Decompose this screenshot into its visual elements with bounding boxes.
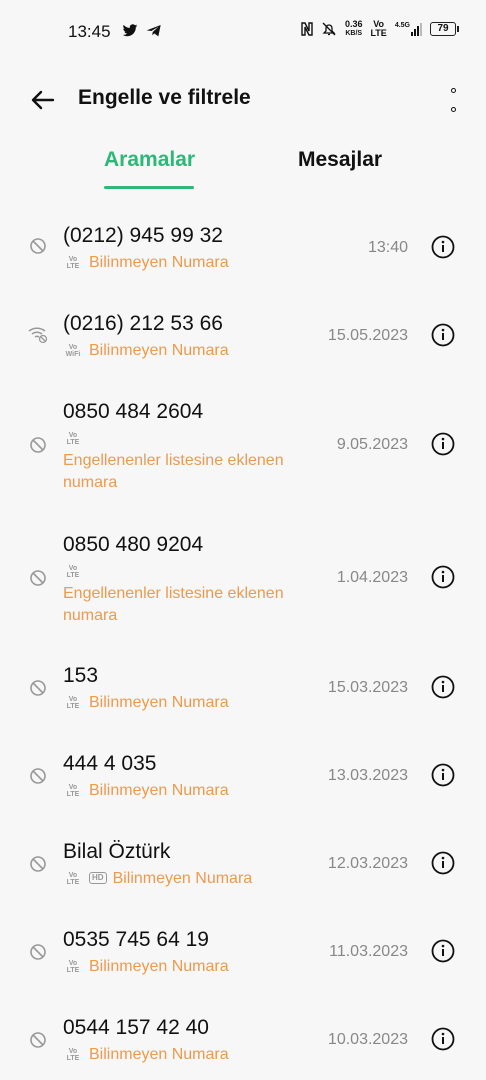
list-item[interactable]: 444 4 035 Vo LTE Bilinmeyen Numara 13.03.… [0, 740, 486, 812]
more-options-icon[interactable] [446, 88, 460, 112]
blocked-icon [30, 238, 46, 254]
vowifi-badge: Vo WiFi [65, 344, 81, 358]
caller-number: (0212) 945 99 32 [63, 224, 223, 247]
caller-number: (0216) 212 53 66 [63, 312, 223, 335]
telegram-icon [146, 25, 161, 37]
call-date: 15.05.2023 [327, 327, 408, 344]
active-tab-indicator [104, 186, 194, 189]
battery-indicator: 79 [430, 22, 459, 36]
blocked-icon [30, 680, 46, 696]
call-label: Engellenenler listesine eklenen numara [63, 585, 284, 624]
volte-badge: Vo LTE [66, 872, 80, 886]
caller-number: 444 4 035 [63, 752, 157, 775]
list-item[interactable]: 153 Vo LTE Bilinmeyen Numara 15.03.2023 [0, 652, 486, 724]
info-icon[interactable] [431, 851, 455, 875]
blocked-icon [30, 856, 46, 872]
tab-messages[interactable]: Mesajlar [298, 148, 382, 172]
mute-icon [322, 22, 336, 36]
caller-number: 153 [63, 664, 99, 687]
call-label: Bilinmeyen Numara [89, 1046, 229, 1063]
info-icon[interactable] [431, 565, 455, 589]
call-date: 15.03.2023 [327, 679, 408, 696]
blocked-icon [30, 944, 46, 960]
tab-bar: Aramalar Mesajlar [0, 142, 486, 192]
back-arrow-icon[interactable] [28, 86, 56, 114]
caller-number: 0850 484 2604 [63, 400, 204, 423]
blocked-icon [30, 437, 46, 453]
hd-badge: HD [89, 872, 107, 884]
info-icon[interactable] [431, 939, 455, 963]
caller-number: 0544 157 42 40 [63, 1016, 209, 1039]
nfc-icon [301, 22, 313, 36]
info-icon[interactable] [431, 432, 455, 456]
blocked-icon [30, 1032, 46, 1048]
caller-number: 0535 745 64 19 [63, 928, 209, 951]
twitter-icon [122, 24, 138, 37]
list-item[interactable]: 0850 484 2604 Vo LTE Engellenenler listes… [0, 386, 486, 504]
call-date: 11.03.2023 [329, 943, 408, 960]
info-icon[interactable] [431, 1027, 455, 1051]
call-label: Bilinmeyen Numara [89, 782, 229, 799]
info-icon[interactable] [431, 675, 455, 699]
volte-badge: Vo LTE [66, 565, 80, 579]
list-item[interactable]: 0535 745 64 19 Vo LTE Bilinmeyen Numara 1… [0, 916, 486, 988]
volte-badge: Vo LTE [66, 1048, 80, 1062]
wifi-call-icon [28, 327, 48, 344]
blocked-icon [30, 570, 46, 586]
app-header: Engelle ve filtrele [0, 74, 486, 126]
volte-badge: Vo LTE [66, 432, 80, 446]
call-date: 9.05.2023 [336, 436, 408, 453]
call-date: 10.03.2023 [327, 1031, 408, 1048]
call-label: Bilinmeyen Numara [89, 254, 229, 271]
caller-number: 0850 480 9204 [63, 533, 204, 556]
list-item[interactable]: 0850 480 9204 Vo LTE Engellenenler listes… [0, 519, 486, 637]
call-date: 13:40 [367, 239, 408, 256]
volte-badge: Vo LTE [66, 960, 80, 974]
call-date: 12.03.2023 [327, 855, 408, 872]
volte-badge: Vo LTE [66, 784, 80, 798]
call-label: Bilinmeyen Numara [89, 958, 229, 975]
volte-badge: Vo LTE [66, 256, 80, 270]
list-item[interactable]: (0216) 212 53 66 Vo WiFi Bilinmeyen Numar… [0, 298, 486, 370]
list-item[interactable]: (0212) 945 99 32 Vo LTE Bilinmeyen Numara… [0, 210, 486, 282]
call-label: Bilinmeyen Numara [112, 870, 253, 887]
page-title: Engelle ve filtrele [78, 86, 251, 109]
tab-calls[interactable]: Aramalar [104, 148, 195, 172]
info-icon[interactable] [431, 323, 455, 347]
call-date: 1.04.2023 [336, 569, 408, 586]
info-icon[interactable] [431, 763, 455, 787]
call-date: 13.03.2023 [327, 767, 408, 784]
caller-name: Bilal Öztürk [63, 840, 171, 863]
status-time: 13:45 [68, 22, 111, 41]
call-label: Bilinmeyen Numara [89, 694, 229, 711]
call-label: Engellenenler listesine eklenen numara [63, 452, 284, 491]
signal-icon: 4.5G [395, 22, 422, 36]
list-item[interactable]: 0544 157 42 40 Vo LTE Bilinmeyen Numara 1… [0, 1004, 486, 1076]
blocked-icon [30, 768, 46, 784]
info-icon[interactable] [431, 235, 455, 259]
list-item[interactable]: Bilal Öztürk Vo LTE HD Bilinmeyen Numara … [0, 828, 486, 900]
call-label: Bilinmeyen Numara [89, 342, 229, 359]
volte-badge: Vo LTE [66, 696, 80, 710]
status-bar: 13:45 0.36 KB/S Vo LTE 4.5G 79 [0, 0, 486, 64]
